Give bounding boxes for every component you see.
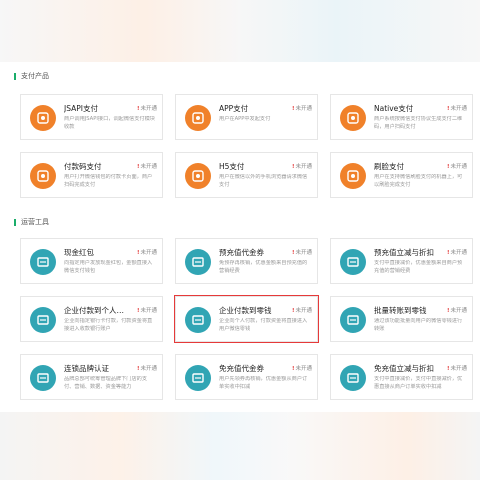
card-title: APP支付 — [219, 104, 249, 113]
status-label: 未开通 — [140, 250, 157, 256]
product-card[interactable]: H5支付 !未开通用户在微信以外的手机浏览器请求微信支付 — [175, 152, 318, 198]
scanner-icon — [30, 163, 56, 189]
card-title: H5支付 — [219, 162, 245, 171]
status-label: 未开通 — [140, 106, 157, 112]
product-card[interactable]: Native支付 !未开通商户系统按微信支付协议生成支付二维码，用户扫码支付 — [330, 94, 473, 140]
card-description: 商户调用JSAPI接口，调起微信支付模块收款 — [64, 116, 155, 130]
card-title: 免充值代金券 — [219, 364, 264, 373]
status-badge: !未开通 — [447, 306, 467, 314]
batch-transfer-icon — [340, 307, 366, 333]
product-card[interactable]: 企业付款到个人银行卡 !未开通企业向指定银行卡付款，付款资金将直接进入收款银行账户 — [20, 296, 163, 342]
product-card[interactable]: 连锁品牌认证 !未开通品牌总部可统筹管理品牌下门店的支付、营销、数据、资金等能力 — [20, 354, 163, 400]
status-badge: !未开通 — [292, 248, 312, 256]
status-label: 未开通 — [295, 106, 312, 112]
product-card[interactable]: 免充值代金券 !未开通用户先领券再核销，优惠金额从商户订单实收中扣减 — [175, 354, 318, 400]
card-description: 免预存再核销，优惠金额来自预充值的营销经费 — [219, 260, 308, 274]
brand-chain-icon — [30, 365, 56, 391]
coupon-icon — [185, 249, 211, 275]
card-title: 预充值立减与折扣 — [374, 248, 434, 257]
card-title: 现金红包 — [64, 248, 94, 257]
card-description: 用户在APP中发起支付 — [219, 116, 271, 122]
discount-free-icon — [340, 365, 366, 391]
coupon-free-icon — [185, 365, 211, 391]
product-card[interactable]: JSAPI支付 !未开通商户调用JSAPI接口，调起微信支付模块收款 — [20, 94, 163, 140]
discount-icon — [340, 249, 366, 275]
status-label: 未开通 — [450, 106, 467, 112]
status-badge: !未开通 — [292, 364, 312, 372]
product-panel: 支付产品 运营工具 JSAPI支付 !未开通 商户调用JSAPI接口，调起微信支付模… — [7, 62, 473, 412]
status-label: 未开通 — [450, 308, 467, 314]
user-pay-icon — [30, 105, 56, 131]
card-title: JSAPI支付 — [64, 104, 98, 113]
card-description: 用户在支持微信刷脸支付的机器上，可以刷脸完成支付 — [374, 174, 463, 188]
status-badge: !未开通 — [137, 306, 157, 314]
bank-card-icon — [30, 307, 56, 333]
card-title: 刷脸支付 — [374, 162, 404, 171]
mobile-browser-icon — [185, 163, 211, 189]
card-title: 付款码支付 — [64, 162, 102, 171]
card-title: 批量转账到零钱 — [374, 306, 427, 315]
card-description: 品牌总部可统筹管理品牌下门店的支付、营销、数据、资金等能力 — [64, 376, 148, 390]
product-card[interactable]: 刷脸支付 !未开通用户在支持微信刷脸支付的机器上，可以刷脸完成支付 — [330, 152, 473, 198]
status-label: 未开通 — [450, 366, 467, 372]
status-label: 未开通 — [295, 250, 312, 256]
section-title-operation-tools: 运营工具 — [14, 218, 49, 226]
card-description: 用户打开微信钱包的付款卡页面，商户扫码完成支付 — [64, 174, 153, 188]
card-title: 连锁品牌认证 — [64, 364, 109, 373]
product-card[interactable]: 预充值立减与折扣 !未开通支付中直接减价，优惠金额来自商户预充值的营销经费 — [330, 238, 473, 284]
blurred-footer — [0, 412, 480, 480]
card-description: 企业向个人付款，付款资金将直接进入用户微信零钱 — [219, 318, 308, 332]
card-description: 向指定用户发放现金红包，金额直接入微信支付钱包 — [64, 260, 153, 274]
card-description: 支付中直接减价，优惠金额来自商户预充值的营销经费 — [374, 260, 463, 274]
status-label: 未开通 — [295, 308, 312, 314]
red-packet-icon — [30, 249, 56, 275]
card-title: 企业付款到个人银行卡 — [64, 306, 126, 315]
status-badge: !未开通 — [447, 364, 467, 372]
status-badge: !未开通 — [447, 248, 467, 256]
card-description: 企业向指定银行卡付款，付款资金将直接进入收款银行账户 — [64, 318, 153, 332]
status-badge: !未开通 — [137, 104, 157, 112]
status-badge: !未开通 — [137, 162, 157, 170]
card-description: 用户先领券再核销，优惠金额从商户订单实收中扣减 — [219, 376, 308, 390]
product-card[interactable]: APP支付 !未开通用户在APP中发起支付 — [175, 94, 318, 140]
blurred-header — [0, 0, 480, 62]
card-title: Native支付 — [374, 104, 414, 113]
status-badge: !未开通 — [447, 162, 467, 170]
status-label: 未开通 — [450, 250, 467, 256]
phone-pay-icon — [185, 105, 211, 131]
status-badge: !未开通 — [292, 104, 312, 112]
product-card[interactable]: 付款码支付 !未开通用户打开微信钱包的付款卡页面，商户扫码完成支付 — [20, 152, 163, 198]
card-description: 用户在微信以外的手机浏览器请求微信支付 — [219, 174, 308, 188]
status-label: 未开通 — [295, 164, 312, 170]
status-badge: !未开通 — [137, 364, 157, 372]
product-card[interactable]: 批量转账到零钱 !未开通通过该功能批量向用户的微信零钱进行转账 — [330, 296, 473, 342]
card-title: 企业付款到零钱 — [219, 306, 272, 315]
status-label: 未开通 — [295, 366, 312, 372]
product-card[interactable]: 现金红包 !未开通向指定用户发放现金红包，金额直接入微信支付钱包 — [20, 238, 163, 284]
status-badge: !未开通 — [447, 104, 467, 112]
card-description: 支付中直接减价，支付中直接减价，优惠直接从商户订单实收中扣减 — [374, 376, 463, 390]
card-title: 预充值代金券 — [219, 248, 264, 257]
status-badge: !未开通 — [292, 162, 312, 170]
product-card[interactable]: 企业付款到零钱 !未开通企业向个人付款，付款资金将直接进入用户微信零钱 — [174, 295, 319, 343]
product-card[interactable]: 预充值代金券 !未开通免预存再核销，优惠金额来自预充值的营销经费 — [175, 238, 318, 284]
status-badge: !未开通 — [137, 248, 157, 256]
status-label: 未开通 — [140, 308, 157, 314]
card-title: 免充值立减与折扣 — [374, 364, 434, 373]
face-scan-icon — [340, 163, 366, 189]
status-badge: !未开通 — [292, 306, 312, 314]
product-card[interactable]: 免充值立减与折扣 !未开通支付中直接减价，支付中直接减价，优惠直接从商户订单实收中… — [330, 354, 473, 400]
status-label: 未开通 — [140, 164, 157, 170]
card-description: 商户系统按微信支付协议生成支付二维码，用户扫码支付 — [374, 116, 463, 130]
qr-code-icon — [340, 105, 366, 131]
status-label: 未开通 — [140, 366, 157, 372]
status-label: 未开通 — [450, 164, 467, 170]
wallet-transfer-icon — [185, 307, 211, 333]
section-title-payment-products: 支付产品 — [14, 72, 49, 80]
card-description: 通过该功能批量向用户的微信零钱进行转账 — [374, 318, 463, 332]
